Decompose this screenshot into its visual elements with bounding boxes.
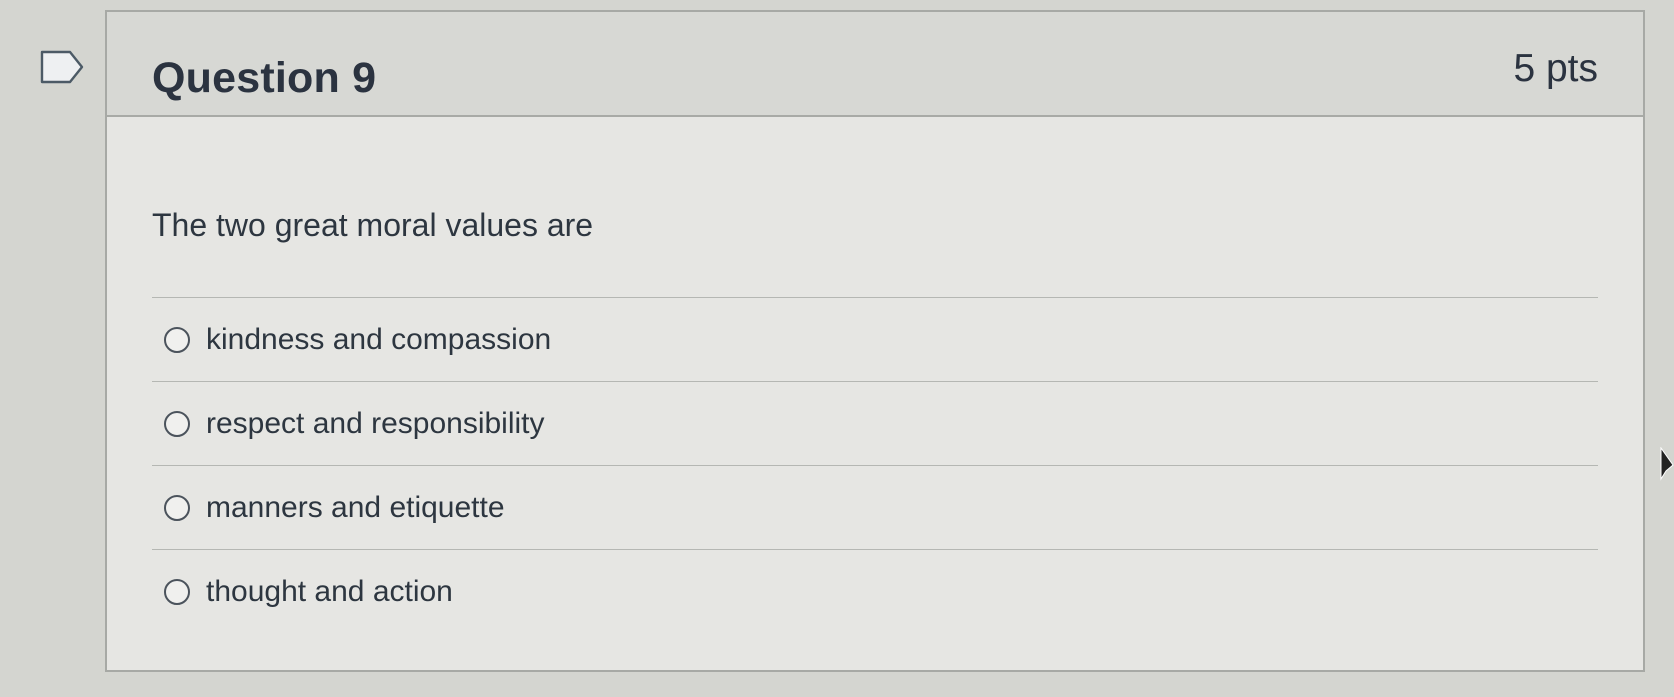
question-title: Question 9 (152, 54, 377, 102)
answer-option-4[interactable]: thought and action (152, 549, 1598, 633)
radio-button-icon[interactable] (164, 410, 190, 437)
answer-label[interactable]: kindness and compassion (206, 323, 551, 357)
answer-list: kindness and compassion respect and resp… (152, 297, 1598, 633)
answer-label[interactable]: thought and action (206, 575, 453, 609)
answer-label[interactable]: manners and etiquette (206, 491, 505, 525)
question-header: Question 9 5 pts (107, 12, 1643, 117)
question-points: 5 pts (1513, 47, 1598, 90)
radio-button-icon[interactable] (164, 578, 190, 605)
question-text: The two great moral values are (152, 207, 594, 243)
mouse-pointer-icon (1660, 447, 1674, 481)
flag-question-icon[interactable] (40, 50, 84, 84)
answer-option-3[interactable]: manners and etiquette (152, 465, 1598, 549)
radio-button-icon[interactable] (164, 326, 190, 353)
answer-option-1[interactable]: kindness and compassion (152, 297, 1598, 381)
answer-option-2[interactable]: respect and responsibility (152, 381, 1598, 465)
radio-button-icon[interactable] (164, 494, 190, 521)
question-card: Question 9 5 pts The two great moral val… (105, 10, 1645, 672)
answer-label[interactable]: respect and responsibility (206, 407, 545, 441)
